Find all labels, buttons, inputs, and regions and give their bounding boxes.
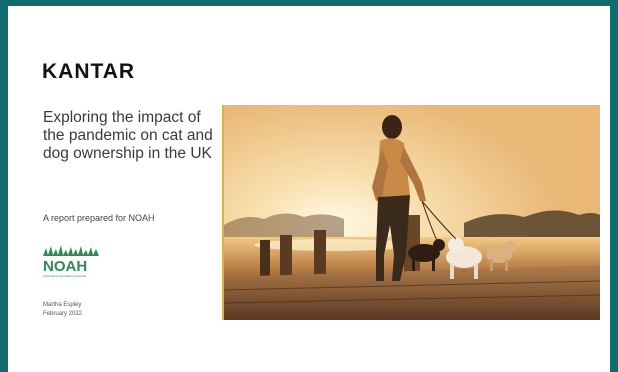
report-subtitle: A report prepared for NOAH: [43, 213, 155, 223]
cover-photo: [222, 105, 600, 320]
kantar-logo: KANTAR: [42, 60, 136, 83]
slide-frame: KANTAR Exploring the impact of the pande…: [8, 6, 610, 372]
noah-logo: NOAH Supporting the health of animals: [42, 244, 104, 280]
report-date: February 2022: [43, 311, 83, 317]
author-block: Martha Espley February 2022: [43, 301, 82, 319]
noah-logo-text: NOAH: [43, 258, 87, 275]
report-title: Exploring the impact of the pandemic on …: [43, 109, 213, 162]
author-name: Martha Espley: [43, 302, 82, 308]
noah-logo-icon: NOAH Supporting the health of animals: [43, 245, 99, 278]
noah-logo-tagline: Supporting the health of animals: [43, 274, 87, 278]
woman-walking-dogs-photo-icon: [224, 105, 600, 320]
